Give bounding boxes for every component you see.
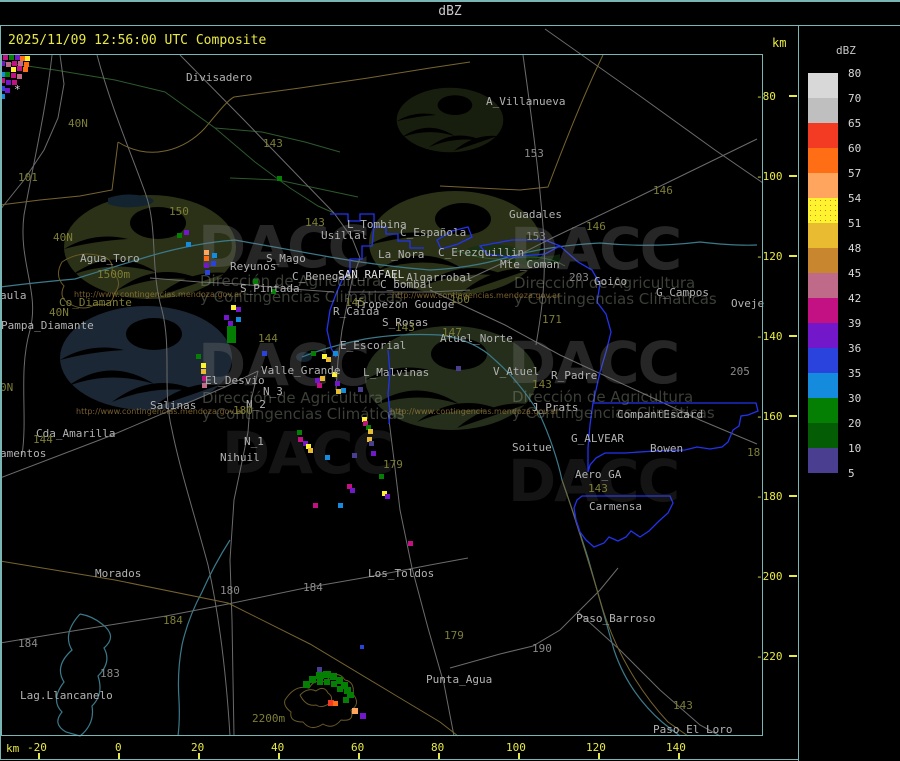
x-axis-label: 0 <box>115 741 122 754</box>
y-axis-tick <box>789 575 797 577</box>
legend-swatch <box>808 323 838 348</box>
x-axis-label: 60 <box>351 741 365 754</box>
legend-value-label: 42 <box>848 292 862 305</box>
x-axis-label: -20 <box>27 741 47 754</box>
legend-swatch <box>808 148 838 173</box>
legend-value-label: 5 <box>848 467 855 480</box>
x-axis-label: 80 <box>431 741 445 754</box>
legend-value-label: 60 <box>848 142 862 155</box>
legend-swatch <box>808 373 838 398</box>
x-axis-label: 40 <box>271 741 285 754</box>
x-axis-unit: km <box>6 742 20 755</box>
legend-value-label: 57 <box>848 167 862 180</box>
legend-value-label: 36 <box>848 342 862 355</box>
y-axis-tick <box>789 175 797 177</box>
legend-swatch <box>808 123 838 148</box>
legend-title: dBZ <box>836 44 856 57</box>
km-unit-label: km <box>772 36 787 50</box>
legend-swatch <box>808 423 838 448</box>
legend-swatch <box>808 173 838 198</box>
legend-value-label: 39 <box>848 317 862 330</box>
legend-value-label: 54 <box>848 192 862 205</box>
legend-swatch <box>808 223 838 248</box>
legend-value-label: 45 <box>848 267 862 280</box>
legend-swatch <box>808 448 838 473</box>
legend-swatch <box>808 98 838 123</box>
legend-swatch <box>808 73 838 98</box>
legend-value-label: 51 <box>848 217 862 230</box>
x-axis-label: 140 <box>666 741 686 754</box>
x-axis-label: 100 <box>506 741 526 754</box>
legend-value-label: 10 <box>848 442 862 455</box>
legend-value-label: 80 <box>848 67 862 80</box>
axis-bottom-line <box>0 759 799 760</box>
legend-swatch <box>808 398 838 423</box>
legend-swatch <box>808 198 838 223</box>
y-axis-tick <box>789 495 797 497</box>
legend-value-label: 65 <box>848 117 862 130</box>
legend-value-label: 70 <box>848 92 862 105</box>
legend-swatch <box>808 273 838 298</box>
y-axis-tick <box>789 255 797 257</box>
timestamp-label: 2025/11/09 12:56:00 UTC Composite <box>8 33 267 48</box>
x-axis-label: 120 <box>586 741 606 754</box>
map-canvas-border <box>1 54 763 736</box>
titlebar-separator-line <box>0 25 900 26</box>
axis-right-line <box>798 26 799 761</box>
y-axis-tick <box>789 415 797 417</box>
x-axis-label: 20 <box>191 741 205 754</box>
window-title: dBZ <box>438 4 462 19</box>
legend-value-label: 48 <box>848 242 862 255</box>
legend-swatch <box>808 348 838 373</box>
legend-swatch <box>808 248 838 273</box>
legend-value-label: 35 <box>848 367 862 380</box>
y-axis-tick <box>789 95 797 97</box>
legend-swatch <box>808 298 838 323</box>
y-axis-tick <box>789 335 797 337</box>
legend-value-label: 30 <box>848 392 862 405</box>
radar-composite-window: DACC Dirección de Agricultura y Continge… <box>0 0 900 761</box>
y-axis-tick <box>789 655 797 657</box>
legend-value-label: 20 <box>848 417 862 430</box>
